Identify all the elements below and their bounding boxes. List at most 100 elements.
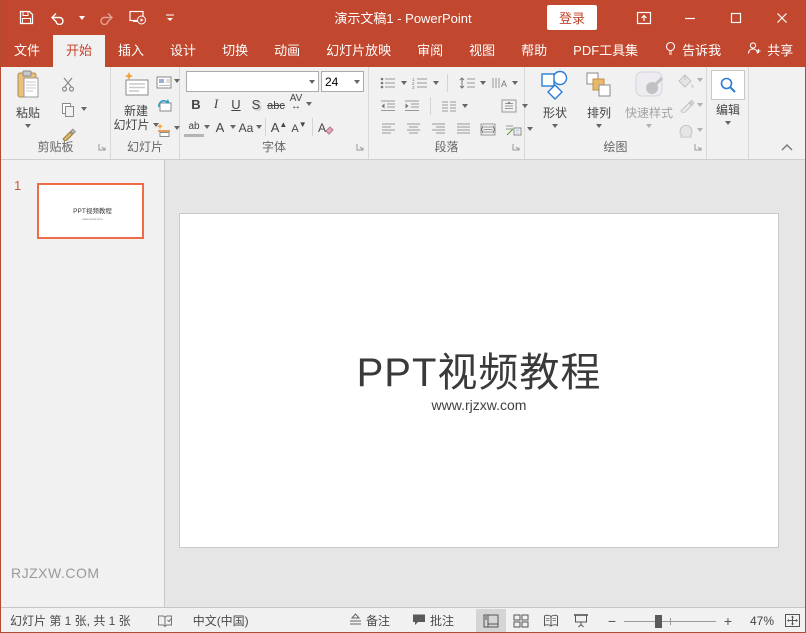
tab-home[interactable]: 开始 (53, 33, 105, 67)
font-size-caret[interactable] (354, 80, 360, 84)
zoom-slider-thumb[interactable] (655, 615, 662, 628)
shrink-font-button[interactable]: A▼ (289, 117, 309, 137)
zoom-slider[interactable] (624, 614, 716, 628)
maximize-button[interactable] (713, 0, 759, 35)
bold-button[interactable]: B (186, 94, 206, 114)
drawing-dialog-launcher-icon[interactable] (694, 141, 703, 155)
grow-font-button[interactable]: A▲ (269, 117, 289, 137)
align-text-icon[interactable] (498, 96, 520, 116)
fit-to-window-icon[interactable] (784, 613, 801, 628)
font-color-button[interactable]: A (210, 117, 230, 137)
tab-pdf-tools[interactable]: PDF工具集 (560, 33, 651, 67)
tab-slideshow[interactable]: 幻灯片放映 (313, 33, 404, 67)
paragraph-dialog-launcher-icon[interactable] (512, 141, 521, 155)
tab-help[interactable]: 帮助 (508, 33, 560, 67)
customize-qat-icon[interactable] (159, 7, 181, 29)
zoom-out-button[interactable]: − (606, 613, 618, 629)
increase-indent-icon[interactable] (401, 96, 423, 116)
paste-dropdown-caret[interactable] (25, 124, 31, 128)
text-direction-caret[interactable] (512, 81, 518, 85)
tab-view[interactable]: 视图 (456, 33, 508, 67)
new-slide-button[interactable]: 新建 幻灯片 (113, 70, 159, 132)
undo-icon[interactable] (47, 7, 69, 29)
copy-dropdown-caret[interactable] (81, 107, 87, 111)
text-shadow-button[interactable]: S (246, 94, 266, 114)
reading-view-button[interactable] (536, 609, 566, 633)
normal-view-button[interactable] (476, 609, 506, 633)
change-case-caret[interactable] (256, 125, 262, 129)
paste-button[interactable]: 粘贴 (6, 70, 50, 128)
text-direction-icon[interactable]: A (488, 73, 510, 93)
change-case-button[interactable]: Aa (236, 117, 256, 137)
slide-canvas[interactable]: PPT视频教程 www.rjzxw.com (179, 213, 779, 548)
slide-title-text[interactable]: PPT视频教程 (180, 340, 778, 398)
arrange-dropdown-caret[interactable] (596, 124, 602, 128)
ribbon-display-options-icon[interactable] (621, 0, 667, 35)
reset-slide-icon[interactable] (155, 96, 173, 114)
numbering-icon[interactable]: 123 (409, 73, 431, 93)
spell-check-icon[interactable] (151, 608, 179, 633)
save-icon[interactable] (15, 7, 37, 29)
columns-icon[interactable] (438, 96, 460, 116)
cut-icon[interactable] (59, 75, 77, 93)
italic-button[interactable]: I (206, 94, 226, 114)
underline-button[interactable]: U (226, 94, 246, 114)
slide-thumbnail[interactable]: PPT视频教程 www.rjzxw.com (37, 183, 144, 239)
collapse-ribbon-icon[interactable] (781, 140, 793, 154)
distribute-text-icon[interactable] (477, 119, 499, 139)
numbering-caret[interactable] (433, 81, 439, 85)
language-indicator[interactable]: 中文(中国) (187, 608, 255, 633)
character-spacing-caret[interactable] (306, 102, 312, 106)
shapes-dropdown-caret[interactable] (552, 124, 558, 128)
share-button[interactable]: 共享 (734, 33, 806, 67)
tab-design[interactable]: 设计 (157, 33, 209, 67)
decrease-indent-icon[interactable] (377, 96, 399, 116)
clipboard-dialog-launcher-icon[interactable] (98, 141, 107, 155)
arrange-button[interactable]: 排列 (577, 70, 621, 128)
tab-transitions[interactable]: 切换 (209, 33, 261, 67)
section-icon[interactable] (155, 120, 173, 138)
tab-animations[interactable]: 动画 (261, 33, 313, 67)
start-slideshow-icon[interactable] (127, 7, 149, 29)
font-size-input[interactable] (325, 75, 349, 89)
align-right-icon[interactable] (427, 119, 449, 139)
font-name-caret[interactable] (309, 80, 315, 84)
convert-smartart-icon[interactable] (502, 119, 524, 139)
character-spacing-button[interactable]: AV↔ (286, 94, 306, 114)
columns-caret[interactable] (462, 104, 468, 108)
close-button[interactable] (759, 0, 805, 35)
notes-button[interactable]: 备注 (343, 608, 396, 633)
font-name-combobox[interactable] (186, 71, 319, 92)
align-center-icon[interactable] (402, 119, 424, 139)
undo-dropdown-caret[interactable] (79, 16, 85, 20)
login-button[interactable]: 登录 (547, 5, 597, 30)
tab-insert[interactable]: 插入 (105, 33, 157, 67)
bullets-caret[interactable] (401, 81, 407, 85)
font-name-input[interactable] (190, 75, 309, 89)
line-spacing-icon[interactable] (456, 73, 478, 93)
slide-sorter-view-button[interactable] (506, 609, 536, 633)
zoom-level[interactable]: 47% (740, 614, 774, 628)
bullets-icon[interactable] (377, 73, 399, 93)
shapes-button[interactable]: 形状 (533, 70, 577, 128)
strikethrough-button[interactable]: abc (266, 94, 286, 114)
slide-counter[interactable]: 幻灯片 第 1 张, 共 1 张 (1, 608, 137, 633)
editing-dropdown-caret[interactable] (725, 121, 731, 125)
slide-layout-icon[interactable] (155, 73, 173, 91)
zoom-in-button[interactable]: + (722, 613, 734, 629)
tab-review[interactable]: 审阅 (404, 33, 456, 67)
highlight-color-button[interactable]: ab (184, 117, 204, 137)
align-left-icon[interactable] (377, 119, 399, 139)
font-size-combobox[interactable] (321, 71, 364, 92)
slide-subtitle-text[interactable]: www.rjzxw.com (180, 397, 778, 413)
line-spacing-caret[interactable] (480, 81, 486, 85)
comments-button[interactable]: 批注 (406, 608, 460, 633)
font-dialog-launcher-icon[interactable] (356, 141, 365, 155)
editing-button[interactable]: 编辑 (706, 70, 750, 125)
justify-icon[interactable] (452, 119, 474, 139)
clear-formatting-button[interactable]: A (316, 117, 336, 137)
tell-me-box[interactable]: 告诉我 (651, 33, 734, 67)
slideshow-view-button[interactable] (566, 609, 596, 633)
copy-icon[interactable] (59, 100, 77, 118)
minimize-button[interactable] (667, 0, 713, 35)
